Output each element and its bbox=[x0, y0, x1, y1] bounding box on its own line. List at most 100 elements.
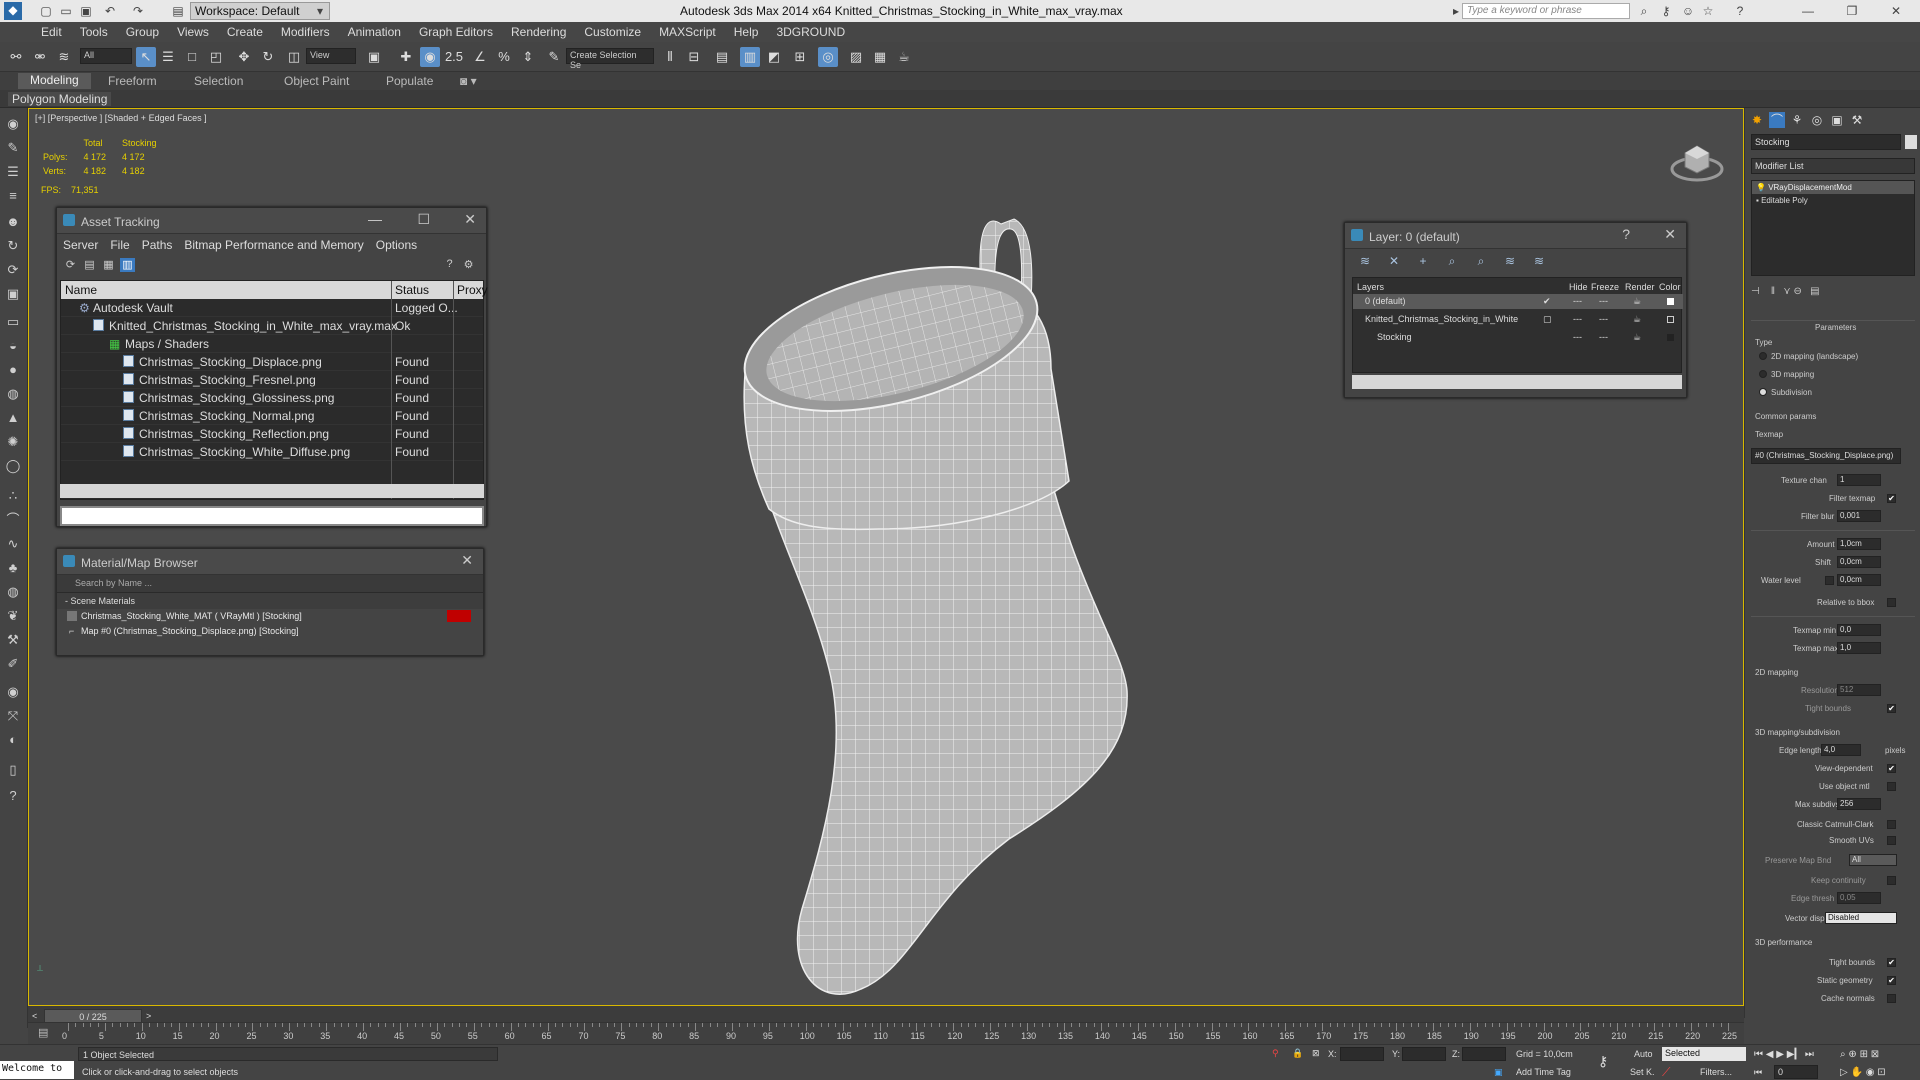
align-icon[interactable]: ⊟ bbox=[684, 47, 704, 67]
motion-tab-icon[interactable]: ◎ bbox=[1809, 112, 1825, 128]
render-setup-icon[interactable]: ▨ bbox=[846, 47, 866, 67]
schematic-view-icon[interactable]: ⊞ bbox=[790, 47, 810, 67]
time-tag-icon[interactable]: ▣ bbox=[1494, 1067, 1503, 1078]
maximize-icon[interactable]: ☐ bbox=[417, 211, 430, 228]
add-to-layer-icon[interactable]: + bbox=[1413, 254, 1433, 268]
question-icon[interactable]: ? bbox=[5, 788, 21, 804]
prev-key-icon[interactable]: ◀ bbox=[1766, 1049, 1774, 1060]
edge-length-spinner[interactable]: 4,0 bbox=[1821, 744, 1861, 756]
menu-bitmap-performance[interactable]: Bitmap Performance and Memory bbox=[184, 238, 363, 252]
settings-icon[interactable]: ⚙ bbox=[461, 258, 476, 272]
tab-selection[interactable]: Selection bbox=[194, 74, 243, 88]
vector-displ-dropdown[interactable]: Disabled bbox=[1825, 912, 1897, 924]
zoom-icon[interactable]: ⌕ bbox=[1840, 1049, 1846, 1060]
table-row[interactable]: Knitted_Christmas_Stocking_in_White_max_… bbox=[61, 317, 483, 335]
new-layer-icon[interactable]: ≋ bbox=[1355, 254, 1375, 268]
material-map-browser[interactable]: Material/Map Browser ✕ Search by Name ..… bbox=[56, 548, 484, 656]
menu-edit[interactable]: Edit bbox=[32, 22, 71, 39]
ribbon-toggle-icon[interactable]: ▥ bbox=[740, 47, 760, 67]
save-icon[interactable]: ▣ bbox=[78, 3, 94, 19]
menu-modifiers[interactable]: Modifiers bbox=[272, 22, 339, 39]
table-row[interactable]: Stocking --- --- ☕ bbox=[1353, 330, 1683, 345]
modify-tab-icon[interactable]: ⌒ bbox=[1769, 112, 1785, 128]
brush-icon[interactable]: ✐ bbox=[5, 656, 21, 672]
col-layers[interactable]: Layers bbox=[1357, 282, 1384, 292]
display-tab-icon[interactable]: ▣ bbox=[1829, 112, 1845, 128]
material-editor-icon[interactable]: ◎ bbox=[818, 47, 838, 67]
people-icon[interactable]: ☻ bbox=[5, 214, 21, 230]
table-view-icon[interactable]: ▦ bbox=[101, 258, 116, 272]
binoculars-icon[interactable]: ⌕ bbox=[1636, 3, 1652, 19]
render-teapot-icon[interactable]: ☕ bbox=[1633, 332, 1641, 343]
layer-titlebar[interactable]: Layer: 0 (default) ? ✕ bbox=[1345, 223, 1686, 249]
table-row[interactable]: Christmas_Stocking_Fresnel.png Found bbox=[61, 371, 483, 389]
select-objects-icon[interactable]: ⌕ bbox=[1442, 254, 1462, 269]
arrows-icon[interactable]: ⤧ bbox=[5, 708, 21, 724]
filter-texmap-checkbox[interactable]: ✔ bbox=[1887, 494, 1896, 503]
particles-icon[interactable]: ∴ bbox=[5, 488, 21, 504]
close-icon[interactable]: ✕ bbox=[464, 211, 476, 228]
close-icon[interactable]: ✕ bbox=[461, 552, 473, 569]
resolution-spinner[interactable]: 512 bbox=[1837, 684, 1881, 696]
set-key-button[interactable]: Set K. bbox=[1630, 1067, 1655, 1077]
hierarchy-tab-icon[interactable]: ⚘ bbox=[1789, 112, 1805, 128]
link-icon[interactable]: ⚯ bbox=[6, 47, 26, 67]
asset-tracking-titlebar[interactable]: Asset Tracking — ☐ ✕ bbox=[57, 208, 486, 234]
shift-spinner[interactable]: 0,0cm bbox=[1837, 556, 1881, 568]
goto-end-icon[interactable]: ⏭ bbox=[1805, 1049, 1814, 1060]
undo-icon[interactable]: ↶ bbox=[102, 3, 118, 19]
col-name[interactable]: Name bbox=[65, 283, 97, 297]
key-filter-dropdown[interactable]: Selected bbox=[1662, 1047, 1746, 1061]
reference-coord-dropdown[interactable]: View bbox=[306, 48, 356, 64]
menu-help[interactable]: Help bbox=[725, 22, 768, 39]
workspace-arrow-icon[interactable]: ▾ bbox=[312, 3, 328, 19]
color-swatch[interactable] bbox=[1667, 334, 1674, 341]
edit-icon[interactable]: ✎ bbox=[5, 140, 21, 156]
key-icon[interactable]: ⚷ bbox=[1658, 3, 1674, 19]
eye-icon[interactable]: ◉ bbox=[5, 116, 21, 132]
table-row[interactable]: Christmas_Stocking_Displace.png Found bbox=[61, 353, 483, 371]
list-item[interactable]: ▪ Editable Poly bbox=[1752, 194, 1914, 207]
rendered-frame-icon[interactable]: ▦ bbox=[870, 47, 890, 67]
radio-3d-mapping[interactable] bbox=[1759, 370, 1767, 378]
tight-bounds-checkbox[interactable]: ✔ bbox=[1887, 704, 1896, 713]
fov-icon[interactable]: ▷ bbox=[1840, 1067, 1848, 1078]
menu-animation[interactable]: Animation bbox=[339, 22, 410, 39]
col-proxy[interactable]: Proxy bbox=[457, 283, 488, 297]
texture-chan-spinner[interactable]: 1 bbox=[1837, 474, 1881, 486]
edge-thresh-spinner[interactable]: 0,05 bbox=[1837, 892, 1881, 904]
menu-tools[interactable]: Tools bbox=[71, 22, 117, 39]
table-row[interactable]: ⚙ Autodesk Vault Logged O... bbox=[61, 299, 483, 317]
horizontal-scrollbar[interactable] bbox=[1352, 375, 1682, 389]
tab-populate[interactable]: Populate bbox=[386, 74, 433, 88]
redo-icon[interactable]: ↷ bbox=[130, 3, 146, 19]
help-icon[interactable]: ? bbox=[1622, 226, 1630, 242]
asset-path-field[interactable] bbox=[60, 506, 484, 526]
disc-icon[interactable]: ◐ bbox=[5, 732, 21, 748]
list-view-icon[interactable]: ▤ bbox=[82, 258, 97, 272]
remove-modifier-icon[interactable]: ⊖ bbox=[1793, 286, 1801, 297]
pivot-center-icon[interactable]: ▣ bbox=[364, 47, 384, 67]
keyboard-shortcut-icon[interactable]: ◉ bbox=[420, 47, 440, 67]
menu-options[interactable]: Options bbox=[376, 238, 417, 252]
layers-icon[interactable]: ☰ bbox=[5, 164, 21, 180]
project-icon[interactable]: ▤ bbox=[170, 3, 186, 19]
static-geometry-checkbox[interactable]: ✔ bbox=[1887, 976, 1896, 985]
color-swatch[interactable] bbox=[1667, 298, 1674, 305]
bind-spacewarp-icon[interactable]: ≋ bbox=[54, 47, 74, 67]
snap-toggle-icon[interactable]: 2.5 bbox=[444, 47, 464, 67]
use-object-mtl-checkbox[interactable] bbox=[1887, 782, 1896, 791]
percent-snap-icon[interactable]: % bbox=[494, 47, 514, 67]
table-row[interactable]: Christmas_Stocking_Normal.png Found bbox=[61, 407, 483, 425]
radio-subdivision[interactable] bbox=[1759, 388, 1767, 396]
camera-icon[interactable]: ▣ bbox=[5, 286, 21, 302]
color-swatch[interactable] bbox=[1667, 316, 1674, 323]
col-hide[interactable]: Hide bbox=[1569, 282, 1588, 292]
star-icon[interactable]: ☆ bbox=[1700, 3, 1716, 19]
track-bar[interactable]: ▤ 0 5 10 15 20 25 30 35 40 45 50 55 60 65 70 75 80 85 90 95… bbox=[28, 1022, 1744, 1044]
x-coordinate-field[interactable] bbox=[1340, 1047, 1384, 1061]
grid-view-icon[interactable]: ▥ bbox=[120, 258, 135, 272]
menu-paths[interactable]: Paths bbox=[142, 238, 173, 252]
globe-icon[interactable]: ◍ bbox=[5, 584, 21, 600]
sphere2-icon[interactable]: ◯ bbox=[5, 458, 21, 474]
